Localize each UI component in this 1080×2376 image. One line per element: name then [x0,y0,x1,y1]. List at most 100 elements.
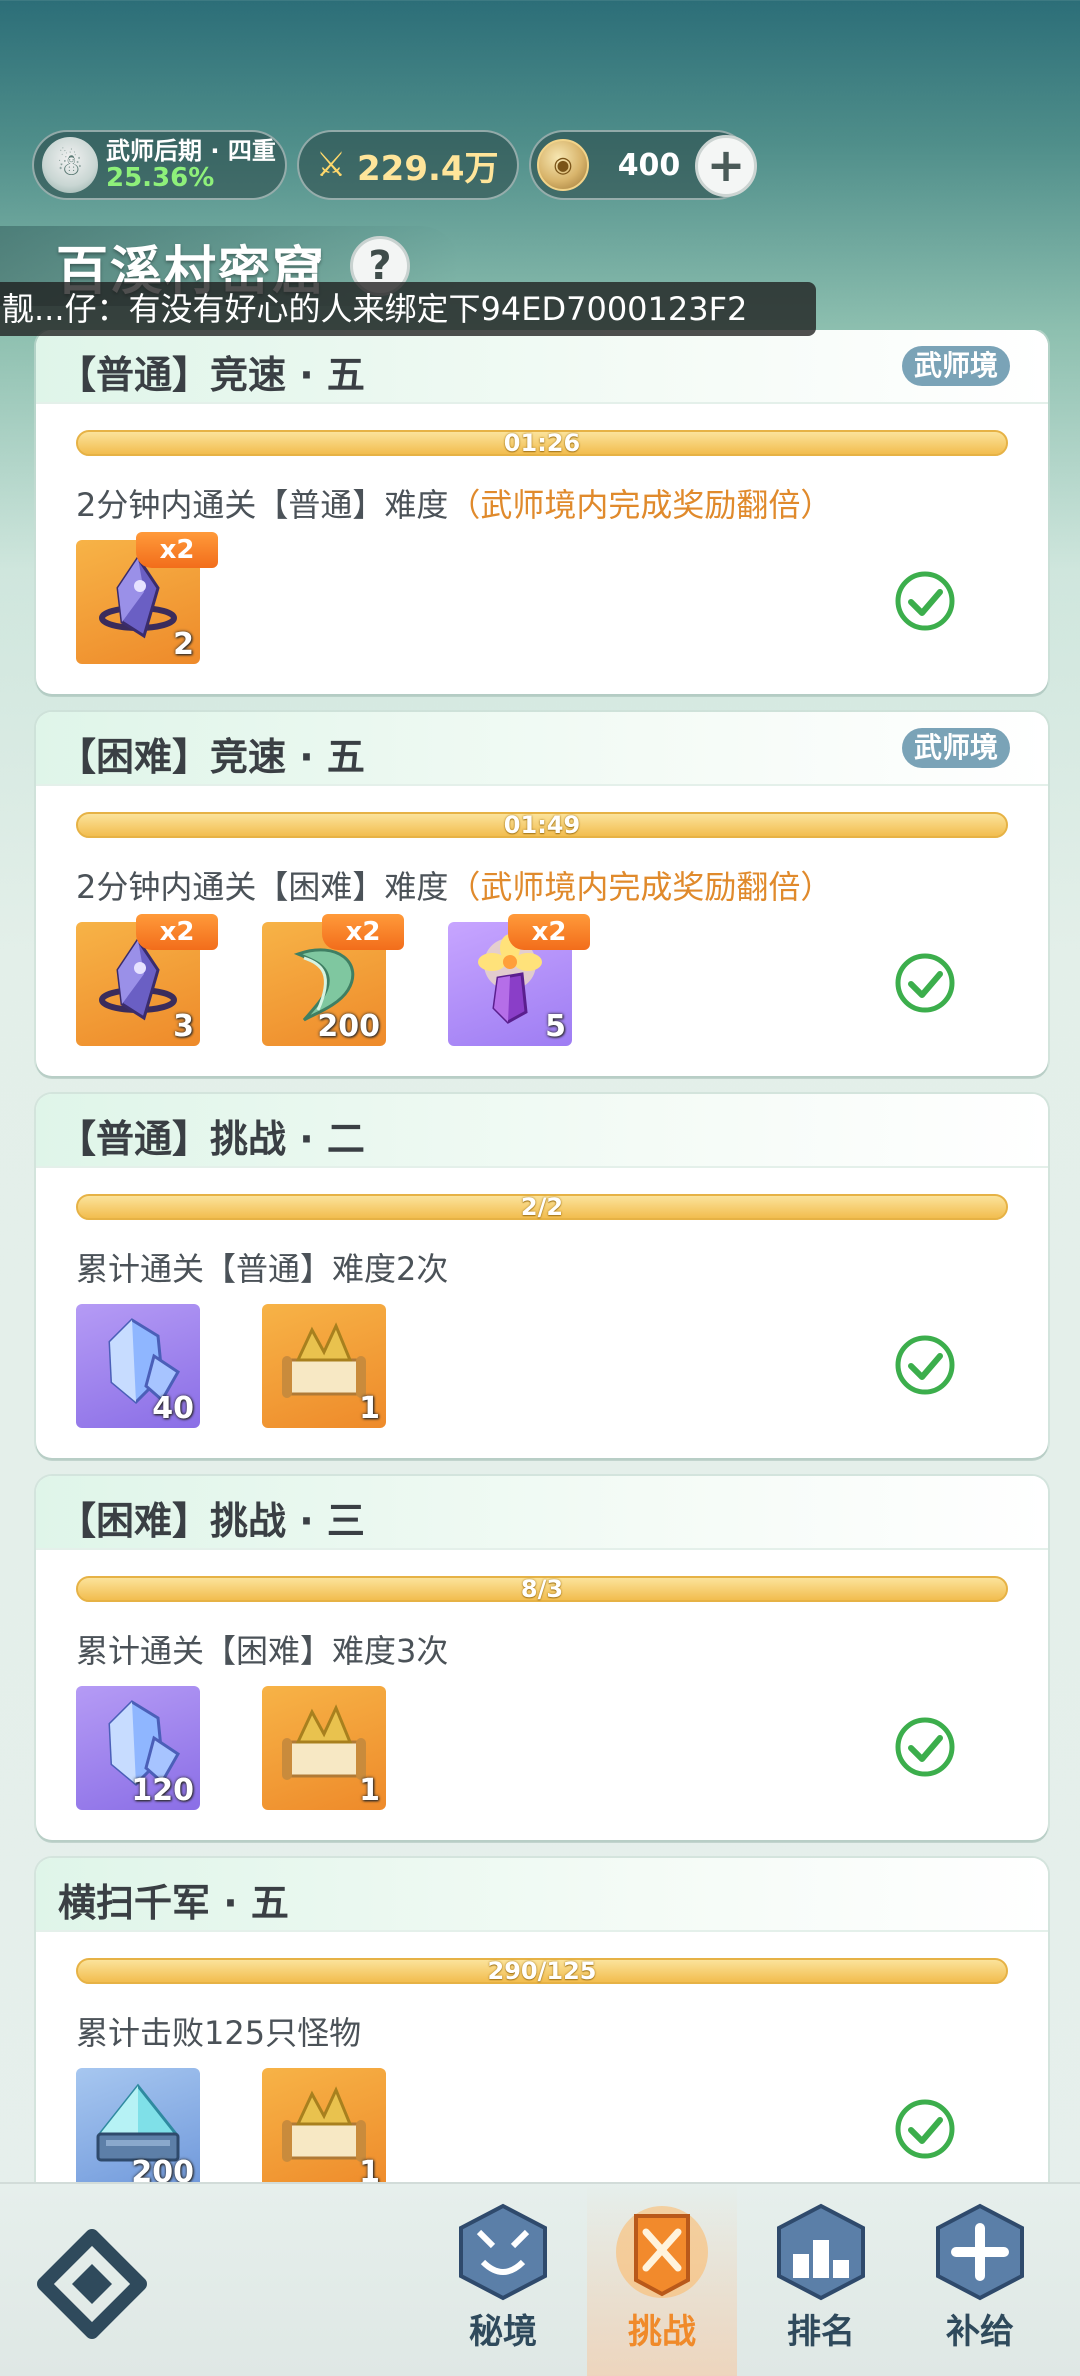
task-description: 2分钟内通关【困难】难度（武师境内完成奖励翻倍） [76,862,832,908]
progress-label: 290/125 [487,1957,597,1985]
plus-icon: + [706,138,746,192]
task-description: 2分钟内通关【普通】难度（武师境内完成奖励翻倍） [76,480,832,526]
desc-bonus: （武师境内完成奖励翻倍） [448,868,833,906]
double-reward-badge: x2 [136,914,218,950]
coin-value: 400 [617,147,681,183]
check-circle-icon [895,1335,955,1395]
double-reward-badge: x2 [508,914,590,950]
card-header: 【普通】挑战 · 二 [36,1094,1048,1168]
reward-list: 40 1 [76,1304,386,1428]
reward-count: 2 [173,627,194,662]
card-header: 横扫千军 · 五 [36,1858,1048,1932]
reward-item[interactable]: 40 [76,1304,200,1428]
desc-main: 累计通关【普通】难度2次 [76,1250,449,1288]
crossed-swords-icon: ⚔ [315,145,347,185]
podium-icon [777,2203,865,2301]
task-progress-bar: 8/3 [76,1576,1008,1602]
reward-count: 5 [545,1009,566,1044]
task-title: 【困难】竞速 · 五 [58,735,365,779]
task-title: 【困难】挑战 · 三 [58,1499,365,1543]
task-progress-bar: 01:49 [76,812,1008,838]
reward-count: 1 [359,1773,380,1808]
task-progress-bar: 2/2 [76,1194,1008,1220]
power-pill[interactable]: ⚔ 229.4万 [297,130,519,200]
card-header: 【困难】竞速 · 五 武师境 [36,712,1048,786]
reward-count: 200 [317,1009,380,1044]
nav-tab-buji[interactable]: 补给 [905,2184,1055,2376]
reward-count: 200 [131,2155,194,2182]
rank-avatar: ☃ [42,137,98,193]
task-card: 【普通】挑战 · 二 2/2 累计通关【普通】难度2次 40 1 [36,1094,1048,1458]
task-list[interactable]: 【普通】竞速 · 五 武师境 01:26 2分钟内通关【普通】难度（武师境内完成… [0,330,1080,2182]
reward-list: 200 1 [76,2068,386,2182]
progress-label: 2/2 [520,1193,564,1221]
nav-label: 秘境 [469,2312,537,2352]
double-reward-badge: x2 [322,914,404,950]
coin-icon: ◉ [537,139,589,191]
card-header: 【困难】挑战 · 三 [36,1476,1048,1550]
realm-badge: 武师境 [901,728,1010,768]
progress-label: 01:49 [503,811,581,839]
check-circle-icon [895,953,955,1013]
reward-count: 1 [359,1391,380,1426]
rank-title: 武师后期 · 四重 [106,136,276,165]
reward-item[interactable]: 200 x2 [262,914,404,1046]
task-card: 【普通】竞速 · 五 武师境 01:26 2分钟内通关【普通】难度（武师境内完成… [36,330,1048,694]
task-description: 累计通关【普通】难度2次 [76,1244,448,1290]
reward-item[interactable]: 3 x2 [76,914,218,1046]
reward-item[interactable]: 120 [76,1686,200,1810]
reward-list: 3 x2 200 x2 5 x2 [76,914,590,1046]
task-card: 【困难】竞速 · 五 武师境 01:49 2分钟内通关【困难】难度（武师境内完成… [36,712,1048,1076]
desc-main: 2分钟内通关【普通】难度 [76,486,449,524]
nav-label: 排名 [787,2312,855,2352]
progress-label: 8/3 [520,1575,564,1603]
nav-tab-mijing[interactable]: 秘境 [428,2184,578,2376]
scroll-icon [282,1322,366,1398]
check-circle-icon [895,571,955,631]
task-title: 【普通】竞速 · 五 [58,353,365,397]
desc-main: 2分钟内通关【困难】难度 [76,868,449,906]
realm-badge: 武师境 [901,346,1010,386]
progress-label: 01:26 [503,429,581,457]
reward-item[interactable]: 1 [262,1686,386,1810]
chat-ticker[interactable]: 靓...仔：有没有好心的人来绑定下94ED7000123F2 [0,282,816,336]
reward-count: 120 [131,1773,194,1808]
nav-tab-tiaozhan[interactable]: 挑战 [587,2184,737,2376]
rank-pill[interactable]: ☃ 武师后期 · 四重 25.36% [32,130,287,200]
nav-tab-paiming[interactable]: 排名 [746,2184,896,2376]
task-title: 【普通】挑战 · 二 [58,1117,365,1161]
diamond-logo-icon[interactable] [32,2224,152,2344]
power-value: 229.4万 [357,148,499,189]
coin-pill: ◉ 400 + [529,130,757,200]
demon-mask-icon [459,2203,547,2301]
reward-item[interactable]: 1 [262,1304,386,1428]
desc-main: 累计击败125只怪物 [76,2014,362,2052]
reward-count: 1 [359,2155,380,2182]
double-reward-badge: x2 [136,532,218,568]
nav-label: 补给 [946,2312,1014,2352]
reward-item[interactable]: 2 x2 [76,532,218,664]
reward-count: 40 [152,1391,194,1426]
rank-progress: 25.36% [106,162,215,193]
reward-list: 2 x2 [76,532,218,664]
reward-item[interactable]: 200 [76,2068,200,2182]
scroll-icon [282,1704,366,1780]
reward-count: 3 [173,1009,194,1044]
desc-main: 累计通关【困难】难度3次 [76,1632,449,1670]
task-title: 横扫千军 · 五 [58,1881,289,1925]
crossed-swords-banner-icon [616,2206,708,2298]
task-progress-bar: 01:26 [76,430,1008,456]
check-circle-icon [895,1717,955,1777]
reward-item[interactable]: 1 [262,2068,386,2182]
task-progress-bar: 290/125 [76,1958,1008,1984]
task-description: 累计通关【困难】难度3次 [76,1626,448,1672]
task-description: 累计击败125只怪物 [76,2008,361,2054]
nav-label: 挑战 [628,2312,696,2352]
add-coins-button[interactable]: + [695,135,757,197]
bottom-nav: 秘境 挑战 排名 补给 [0,2182,1080,2376]
reward-list: 120 1 [76,1686,386,1810]
supply-icon [936,2203,1024,2301]
task-card: 横扫千军 · 五 290/125 累计击败125只怪物 200 1 [36,1858,1048,2182]
card-header: 【普通】竞速 · 五 武师境 [36,330,1048,404]
reward-item[interactable]: 5 x2 [448,914,590,1046]
